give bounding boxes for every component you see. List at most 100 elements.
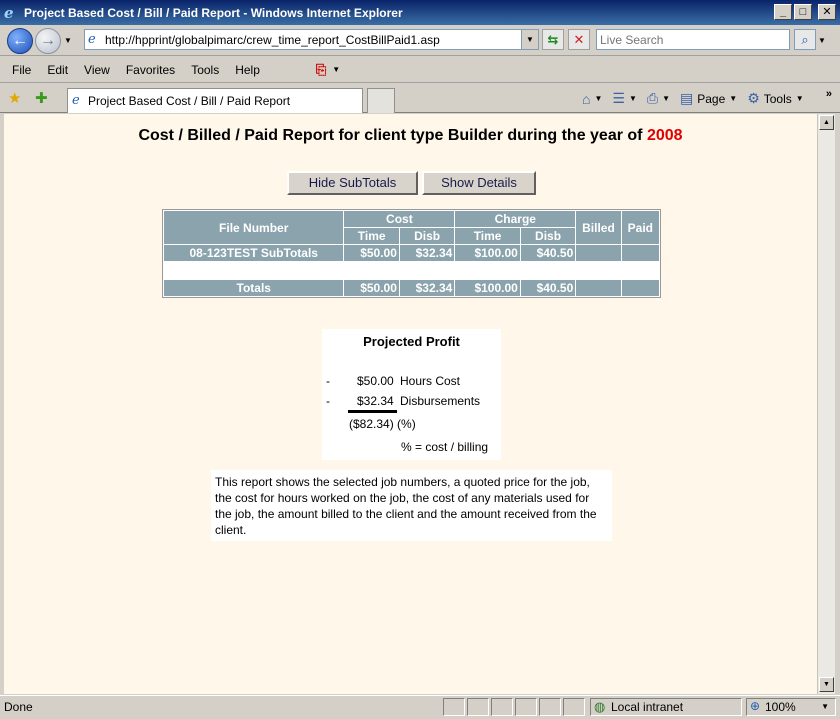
header-charge: Charge <box>455 211 576 227</box>
header-paid: Paid <box>621 211 659 244</box>
table-row: 08-123TEST SubTotals $50.00 $32.34 $100.… <box>164 245 659 261</box>
subtotal-cost-disb: $32.34 <box>399 245 455 261</box>
table-spacer-row <box>164 262 659 279</box>
scroll-up-icon[interactable]: ▲ <box>819 115 834 130</box>
report-title: Cost / Billed / Paid Report for client t… <box>4 127 817 145</box>
hide-subtotals-button[interactable]: Hide SubTotals <box>287 171 418 195</box>
tab-bar: ★ ✚ e Project Based Cost / Bill / Paid R… <box>0 84 840 113</box>
favorites-star-icon[interactable]: ★ <box>8 89 21 107</box>
menu-favorites[interactable]: Favorites <box>118 63 183 77</box>
pdf-dropdown-icon[interactable]: ▼ <box>332 65 340 74</box>
subtotal-charge-disb: $40.50 <box>520 245 576 261</box>
home-icon[interactable]: ⌂ <box>582 91 590 107</box>
gear-icon: ⚙ <box>747 90 760 106</box>
subtotal-label: 08-123TEST SubTotals <box>164 245 344 261</box>
page-menu-icon: ▤ <box>680 90 694 106</box>
report-table: File Number Cost Charge Billed Paid Time… <box>162 209 661 298</box>
header-cost: Cost <box>344 211 455 227</box>
print-icon[interactable]: ⎙ <box>647 90 658 107</box>
disbursements-minus: - <box>326 394 330 408</box>
menu-file[interactable]: File <box>4 63 39 77</box>
menu-edit[interactable]: Edit <box>39 63 76 77</box>
status-bar: Done ◍ Local intranet ⊕ 100% ▼ <box>0 695 840 719</box>
scroll-down-icon[interactable]: ▼ <box>819 677 834 692</box>
header-cost-disb: Disb <box>399 228 455 244</box>
menu-view[interactable]: View <box>76 63 118 77</box>
tools-dropdown-icon[interactable]: ▼ <box>796 94 804 103</box>
new-tab-button[interactable] <box>367 88 395 113</box>
feeds-icon[interactable]: ☰ <box>612 90 625 107</box>
address-bar[interactable]: e http://hpprint/globalpimarc/crew_time_… <box>84 29 539 50</box>
header-cost-time: Time <box>344 228 399 244</box>
window-title: Project Based Cost / Bill / Paid Report … <box>24 5 403 20</box>
show-details-button[interactable]: Show Details <box>422 171 536 195</box>
navigation-bar: ← → ▼ e http://hpprint/globalpimarc/crew… <box>0 25 840 56</box>
header-charge-disb: Disb <box>520 228 576 244</box>
header-billed: Billed <box>576 211 621 244</box>
report-title-text: Cost / Billed / Paid Report for client t… <box>138 127 643 144</box>
address-dropdown-icon[interactable]: ▼ <box>521 30 538 49</box>
report-description: This report shows the selected job numbe… <box>211 470 612 541</box>
security-zone[interactable]: ◍ Local intranet <box>590 698 742 716</box>
totals-paid <box>621 280 659 296</box>
hours-cost-minus: - <box>326 374 330 388</box>
zoom-dropdown-icon[interactable]: ▼ <box>821 702 829 711</box>
projected-profit-box: Projected Profit - $50.00 Hours Cost - $… <box>322 329 501 460</box>
totals-cost-time: $50.00 <box>344 280 399 296</box>
page-menu[interactable]: Page <box>697 92 725 106</box>
sum-rule <box>348 410 397 413</box>
window-controls: _ □ ✕ <box>774 4 836 20</box>
tab-report[interactable]: e Project Based Cost / Bill / Paid Repor… <box>67 88 363 113</box>
tools-menu[interactable]: Tools <box>764 92 792 106</box>
vertical-scrollbar[interactable]: ▲ ▼ <box>817 114 835 694</box>
print-dropdown-icon[interactable]: ▼ <box>662 94 670 103</box>
subtotal-paid <box>621 245 659 261</box>
ie-icon: e <box>4 3 14 22</box>
menu-help[interactable]: Help <box>227 63 268 77</box>
profit-formula: % = cost / billing <box>401 440 489 454</box>
search-options-dropdown-icon[interactable]: ▼ <box>818 36 826 45</box>
refresh-button[interactable]: ⇆ <box>542 29 564 50</box>
page-icon: e <box>88 32 96 47</box>
disbursements-label: Disbursements <box>400 394 481 408</box>
menu-bar: File Edit View Favorites Tools Help ⎘ ▼ <box>0 57 840 83</box>
subtotal-billed <box>576 245 621 261</box>
command-bar: ⌂ ▼ ☰ ▼ ⎙ ▼ ▤ Page ▼ ⚙ Tools ▼ <box>582 90 810 107</box>
back-button[interactable]: ← <box>7 28 33 54</box>
minimize-button[interactable]: _ <box>774 4 792 20</box>
profit-result: ($82.34) (%) <box>349 417 416 431</box>
zoom-icon: ⊕ <box>750 699 761 713</box>
subtotal-charge-time: $100.00 <box>455 245 520 261</box>
hours-cost-label: Hours Cost <box>400 374 461 388</box>
projected-profit-title: Projected Profit <box>363 334 460 349</box>
zone-label: Local intranet <box>611 700 684 714</box>
zoom-level: 100% <box>765 700 796 714</box>
totals-billed <box>576 280 621 296</box>
search-icon[interactable]: ⌕ <box>794 29 816 50</box>
hours-cost-value: $50.00 <box>357 374 394 388</box>
intranet-globe-icon: ◍ <box>594 699 606 714</box>
zoom-control[interactable]: ⊕ 100% ▼ <box>746 698 836 716</box>
menu-tools[interactable]: Tools <box>183 63 227 77</box>
totals-label: Totals <box>164 280 344 296</box>
tab-title: Project Based Cost / Bill / Paid Report <box>88 94 291 108</box>
maximize-button[interactable]: □ <box>794 4 812 20</box>
home-dropdown-icon[interactable]: ▼ <box>594 94 602 103</box>
tab-page-icon: e <box>72 93 80 108</box>
totals-charge-time: $100.00 <box>455 280 520 296</box>
feeds-dropdown-icon[interactable]: ▼ <box>629 94 637 103</box>
chevron-more-icon[interactable]: » <box>826 88 832 100</box>
report-year: 2008 <box>646 127 683 144</box>
page-dropdown-icon[interactable]: ▼ <box>729 94 737 103</box>
pdf-icon[interactable]: ⎘ <box>316 62 326 78</box>
add-favorite-icon[interactable]: ✚ <box>35 89 48 107</box>
totals-cost-disb: $32.34 <box>399 280 455 296</box>
forward-button[interactable]: → <box>35 28 61 54</box>
status-panels <box>443 698 585 716</box>
history-dropdown-icon[interactable]: ▼ <box>64 36 72 45</box>
page-content: Cost / Billed / Paid Report for client t… <box>4 114 817 694</box>
search-input[interactable] <box>596 29 790 50</box>
close-button[interactable]: ✕ <box>818 4 836 20</box>
stop-button[interactable]: ✕ <box>568 29 590 50</box>
header-file-number: File Number <box>164 211 344 244</box>
